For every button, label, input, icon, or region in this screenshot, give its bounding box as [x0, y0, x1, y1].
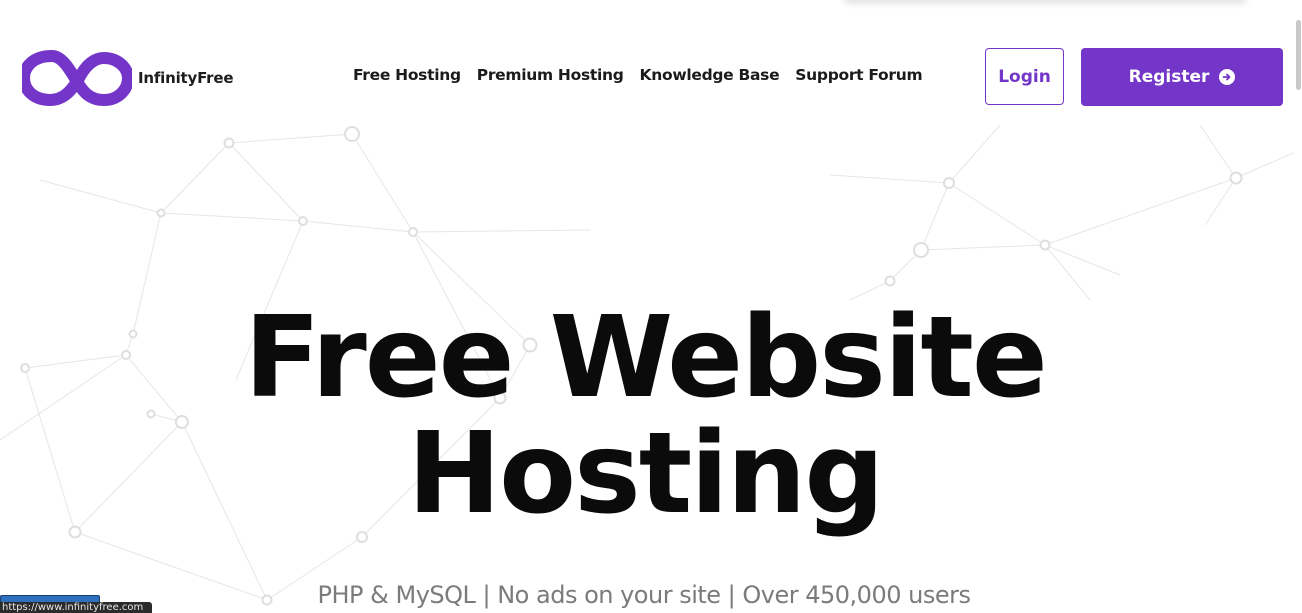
status-bar-url: https://www.infinityfree.com [0, 602, 152, 613]
site-header: InfinityFree Free Hosting Premium Hostin… [0, 0, 1302, 120]
infinity-logo-icon [22, 50, 132, 106]
nav-premium-hosting[interactable]: Premium Hosting [477, 66, 624, 84]
brand-name: InfinityFree [138, 69, 234, 87]
scrollbar-thumb[interactable] [1296, 20, 1301, 90]
register-button-label: Register [1128, 67, 1210, 87]
hero-title-line-1: Free Website [244, 293, 1048, 423]
arrow-right-circle-icon [1219, 69, 1236, 85]
scrollbar[interactable] [1294, 0, 1302, 613]
nav-knowledge-base[interactable]: Knowledge Base [640, 66, 780, 84]
brand-logo-link[interactable]: InfinityFree [22, 50, 234, 106]
main-nav: Free Hosting Premium Hosting Knowledge B… [353, 66, 923, 84]
nav-support-forum[interactable]: Support Forum [795, 66, 922, 84]
hero-subtitle: PHP & MySQL | No ads on your site | Over… [317, 581, 971, 609]
hero-title-line-2: Hosting [407, 409, 884, 539]
hero-title: Free Website Hosting [0, 300, 1290, 532]
register-button[interactable]: Register [1081, 48, 1283, 106]
nav-free-hosting[interactable]: Free Hosting [353, 66, 461, 84]
login-button[interactable]: Login [985, 48, 1064, 105]
login-button-label: Login [998, 66, 1051, 87]
